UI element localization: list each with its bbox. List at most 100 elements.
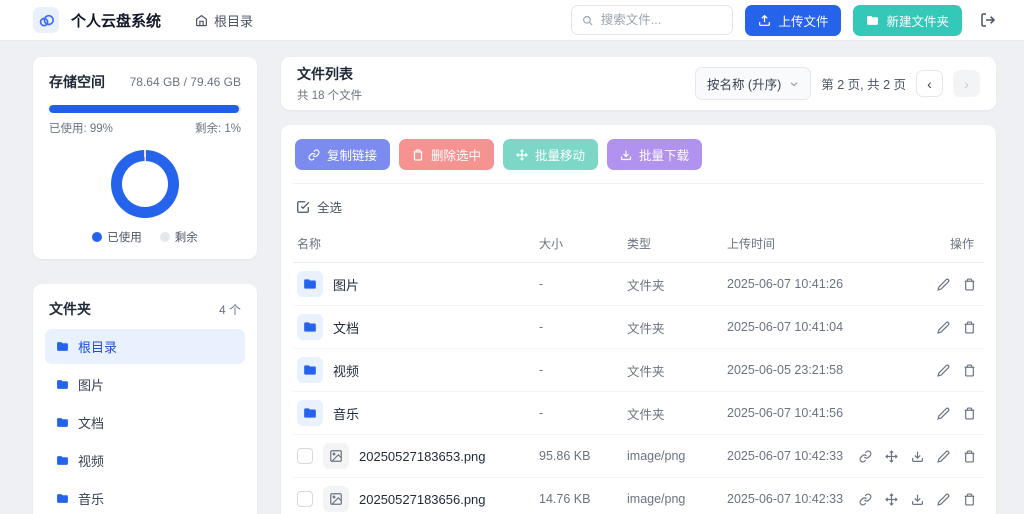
next-page-button[interactable]: › — [953, 70, 980, 97]
item-type: 文件夹 — [623, 306, 723, 349]
search-box[interactable] — [571, 5, 733, 35]
file-list-title: 文件列表 — [297, 64, 362, 84]
folder-row[interactable]: 视频-文件夹2025-06-05 23:21:58 — [293, 349, 984, 392]
storage-usage-text: 78.64 GB / 79.46 GB — [130, 75, 241, 89]
new-folder-button[interactable]: 新建文件夹 — [853, 5, 962, 36]
move-icon — [516, 149, 528, 161]
trash-icon — [412, 149, 424, 161]
sidebar-folder-item[interactable]: 音乐 — [45, 481, 245, 514]
files-card: 复制链接 删除选中 批量移动 批量下载 全选 — [281, 125, 996, 514]
copy-link-label: 复制链接 — [327, 145, 377, 164]
item-size: 95.86 KB — [535, 435, 623, 478]
folder-row[interactable]: 文档 -文件夹2025-06-07 10:41:04 — [293, 306, 984, 349]
select-all-control[interactable]: 全选 — [293, 184, 984, 227]
folder-list: 根目录图片文档视频音乐 — [45, 329, 245, 514]
item-name[interactable]: 20250527183653.png — [359, 449, 486, 464]
folder-icon — [56, 454, 69, 467]
upload-file-button[interactable]: 上传文件 — [745, 5, 841, 36]
item-upload-time: 2025-06-07 10:41:04 — [723, 306, 883, 349]
delete-selected-button[interactable]: 删除选中 — [399, 139, 494, 170]
legend-free-label: 剩余 — [175, 229, 198, 245]
folders-count: 4 个 — [219, 301, 241, 318]
batch-move-button[interactable]: 批量移动 — [503, 139, 598, 170]
edit-action-icon[interactable] — [937, 493, 950, 506]
item-size: - — [535, 306, 623, 349]
trash-action-icon[interactable] — [963, 321, 976, 334]
image-file-icon — [323, 443, 349, 469]
folder-icon — [297, 314, 323, 340]
sort-select[interactable]: 按名称 (升序) — [695, 67, 811, 100]
copy-link-button[interactable]: 复制链接 — [295, 139, 390, 170]
column-header-time[interactable]: 上传时间 — [723, 227, 883, 263]
upload-icon — [758, 14, 771, 27]
search-input[interactable] — [601, 13, 723, 27]
item-name[interactable]: 文档 — [333, 318, 359, 337]
new-folder-label: 新建文件夹 — [886, 11, 949, 30]
sidebar: 存储空间 78.64 GB / 79.46 GB 已使用: 99% 剩余: 1%… — [33, 57, 257, 514]
breadcrumb[interactable]: 根目录 — [195, 11, 253, 30]
batch-download-button[interactable]: 批量下载 — [607, 139, 702, 170]
logout-button[interactable] — [980, 12, 996, 28]
folders-title: 文件夹 — [49, 299, 91, 319]
link-action-icon[interactable] — [859, 450, 872, 463]
move-action-icon[interactable] — [885, 450, 898, 463]
edit-action-icon[interactable] — [937, 278, 950, 291]
edit-action-icon[interactable] — [937, 321, 950, 334]
batch-move-label: 批量移动 — [535, 145, 585, 164]
item-type: 文件夹 — [623, 392, 723, 435]
column-header-size[interactable]: 大小 — [535, 227, 623, 263]
item-type: image/png — [623, 435, 723, 478]
trash-action-icon[interactable] — [963, 493, 976, 506]
edit-action-icon[interactable] — [937, 450, 950, 463]
move-action-icon[interactable] — [885, 493, 898, 506]
cloud-logo-icon — [38, 12, 55, 29]
download-action-icon[interactable] — [911, 493, 924, 506]
item-type: 文件夹 — [623, 263, 723, 306]
trash-action-icon[interactable] — [963, 407, 976, 420]
storage-progress-fill — [49, 105, 239, 113]
row-checkbox[interactable] — [297, 448, 313, 464]
column-header-type[interactable]: 类型 — [623, 227, 723, 263]
download-action-icon[interactable] — [911, 450, 924, 463]
sidebar-folder-item[interactable]: 文档 — [45, 405, 245, 440]
item-name[interactable]: 视频 — [333, 361, 359, 380]
item-type: image/png — [623, 478, 723, 514]
storage-card: 存储空间 78.64 GB / 79.46 GB 已使用: 99% 剩余: 1%… — [33, 57, 257, 259]
sidebar-folder-item[interactable]: 根目录 — [45, 329, 245, 364]
files-table: 名称 大小 类型 上传时间 操作 图片-文件夹2025-06-07 10:41:… — [293, 227, 984, 514]
item-name[interactable]: 图片 — [333, 275, 359, 294]
donut-legend: 已使用 剩余 — [92, 229, 198, 245]
column-header-name[interactable]: 名称 — [293, 227, 535, 263]
page-container: 存储空间 78.64 GB / 79.46 GB 已使用: 99% 剩余: 1%… — [0, 41, 1024, 514]
prev-page-button[interactable]: ‹ — [916, 70, 943, 97]
item-name[interactable]: 20250527183656.png — [359, 492, 486, 507]
folder-row[interactable]: 图片-文件夹2025-06-07 10:41:26 — [293, 263, 984, 306]
trash-action-icon[interactable] — [963, 278, 976, 291]
folder-icon — [56, 340, 69, 353]
folder-icon — [866, 14, 879, 27]
folder-icon — [297, 400, 323, 426]
edit-action-icon[interactable] — [937, 407, 950, 420]
folder-icon — [56, 416, 69, 429]
delete-selected-label: 删除选中 — [431, 145, 481, 164]
search-icon — [582, 14, 593, 27]
folder-icon — [297, 271, 323, 297]
item-name[interactable]: 音乐 — [333, 404, 359, 423]
folder-item-label: 视频 — [78, 451, 104, 470]
sidebar-folder-item[interactable]: 视频 — [45, 443, 245, 478]
home-icon — [195, 14, 208, 27]
trash-action-icon[interactable] — [963, 364, 976, 377]
sidebar-folder-item[interactable]: 图片 — [45, 367, 245, 402]
folder-row[interactable]: 音乐-文件夹2025-06-07 10:41:56 — [293, 392, 984, 435]
file-row[interactable]: 20250527183656.png14.76 KBimage/png2025-… — [293, 478, 984, 514]
sort-select-value: 按名称 (升序) — [707, 74, 781, 93]
edit-action-icon[interactable] — [937, 364, 950, 377]
storage-title: 存储空间 — [49, 72, 105, 92]
row-checkbox[interactable] — [297, 491, 313, 507]
item-upload-time: 2025-06-05 23:21:58 — [723, 349, 883, 392]
folder-icon — [56, 378, 69, 391]
item-size: - — [535, 392, 623, 435]
link-action-icon[interactable] — [859, 493, 872, 506]
file-row[interactable]: 20250527183653.png95.86 KBimage/png2025-… — [293, 435, 984, 478]
trash-action-icon[interactable] — [963, 450, 976, 463]
